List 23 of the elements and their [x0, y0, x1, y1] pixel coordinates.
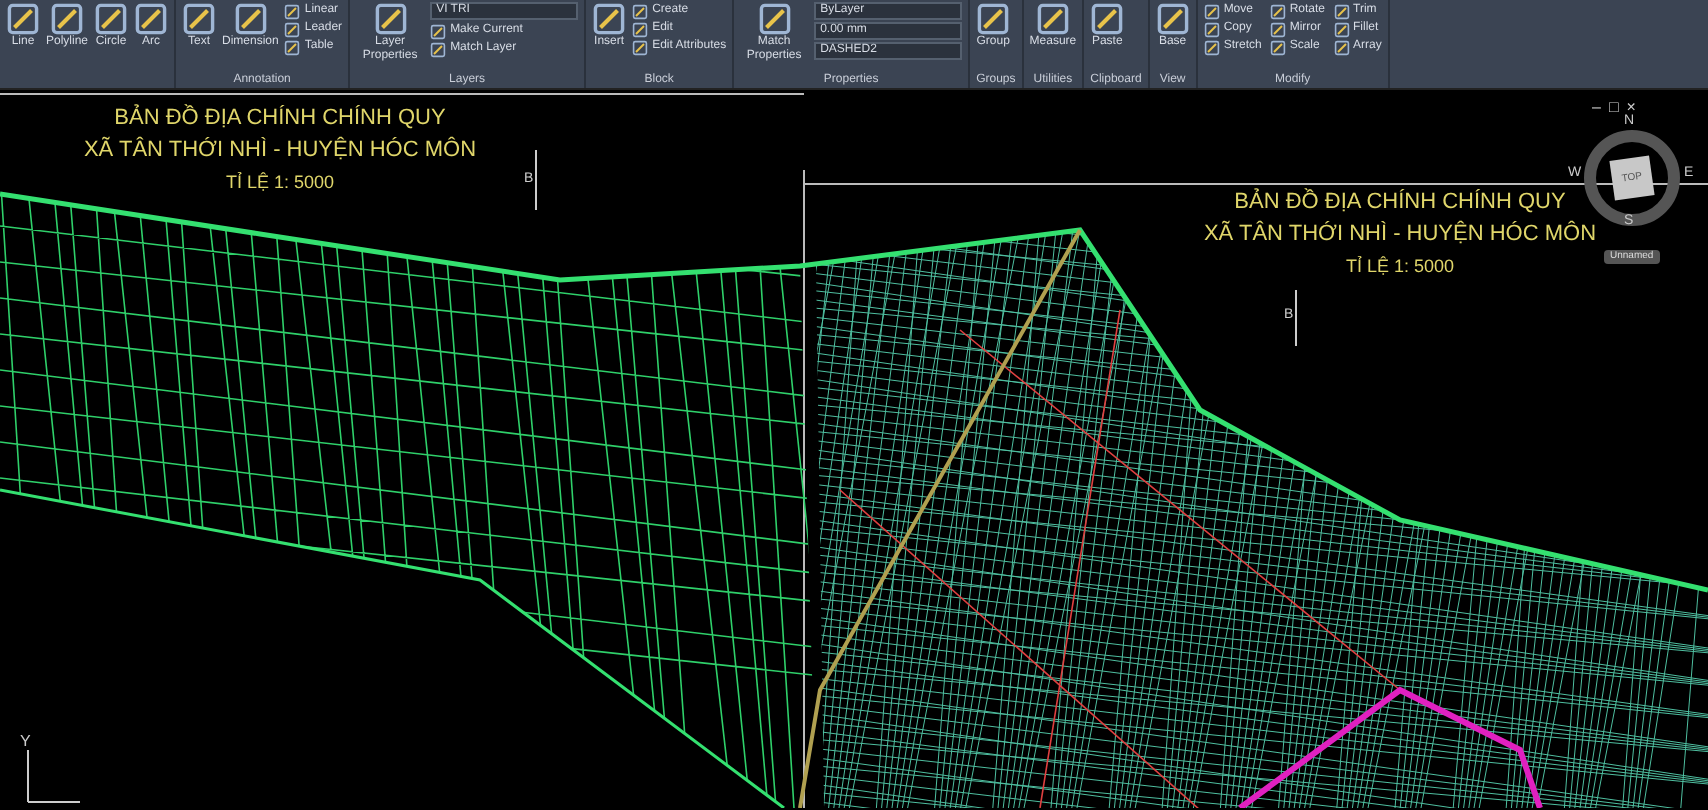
- drawing-title-text: BẢN ĐỒ ĐỊA CHÍNH CHÍNH QUY: [1232, 186, 1568, 218]
- tool-icon: [94, 2, 129, 36]
- drawing-title-text: XÃ TÂN THỚI NHÌ - HUYỆN HÓC MÔN: [1201, 218, 1599, 250]
- drawing-title-text: TỈ LỆ 1: 5000: [223, 170, 337, 196]
- tool-icon: [757, 2, 792, 36]
- viewport-control-button[interactable]: □: [1608, 98, 1619, 116]
- tool-icon: [233, 2, 268, 36]
- tool-icon: [50, 2, 84, 36]
- viewport-control-button[interactable]: –: [1592, 98, 1601, 116]
- tool-icon: [592, 2, 627, 36]
- tool-icon: [373, 2, 408, 36]
- tool-icon: [1090, 2, 1125, 36]
- tool-icon: [976, 2, 1011, 36]
- tool-icon: [1155, 2, 1190, 36]
- drawing-title-text: XÃ TÂN THỚI NHÌ - HUYỆN HÓC MÔN: [81, 134, 479, 166]
- tool-icon: [134, 2, 169, 36]
- tool-icon: [1035, 2, 1070, 36]
- ucs-icon: [27, 749, 81, 803]
- tool-icon: [6, 2, 40, 36]
- viewport-control-button[interactable]: ×: [1626, 98, 1636, 116]
- ucs-axis-label: Y: [20, 730, 31, 754]
- drawing-title-text: BẢN ĐỒ ĐỊA CHÍNH CHÍNH QUY: [112, 102, 448, 134]
- tool-icon: [182, 2, 217, 36]
